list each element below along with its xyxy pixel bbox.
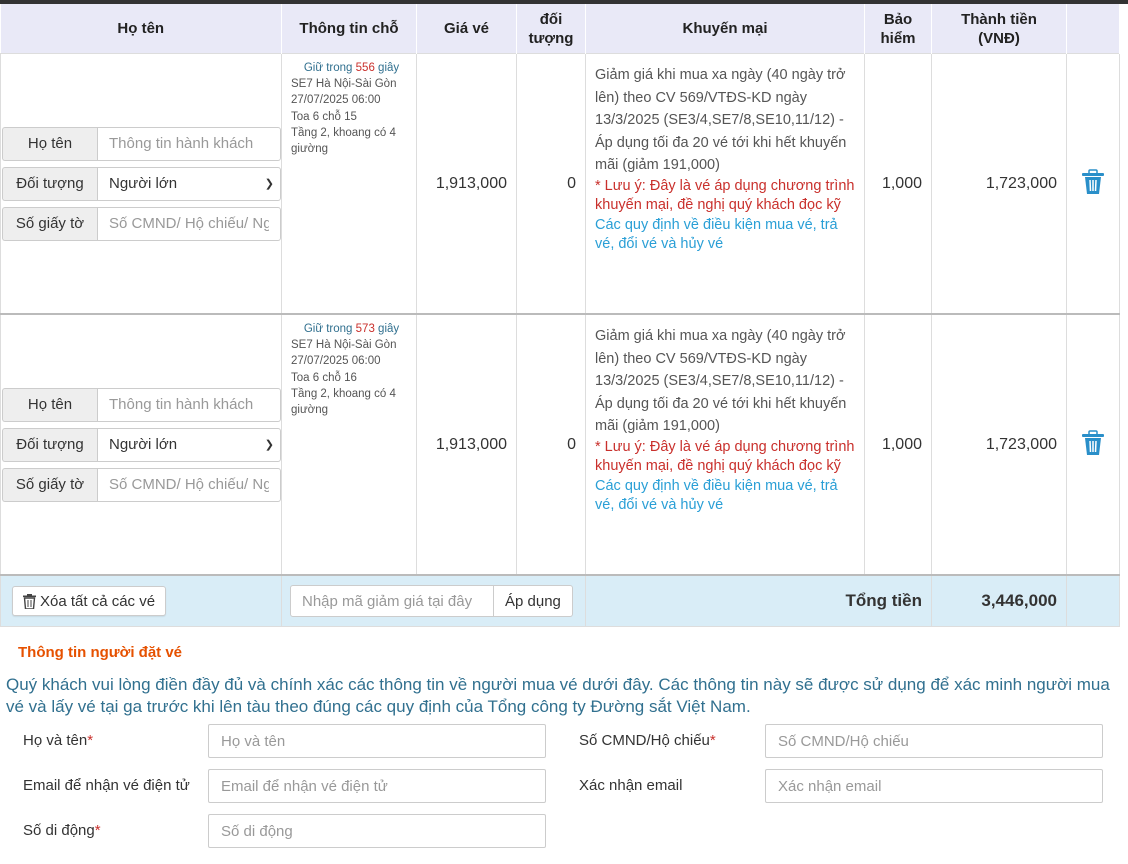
passenger-name-input[interactable] (97, 126, 281, 161)
col-header-insurance: Bảo hiểm (864, 4, 932, 54)
col-header-seat: Thông tin chỗ (281, 4, 417, 54)
passenger-info-cell: Họ tên Đối tượng Người lớn ❯ Số giấy tờ (0, 53, 282, 315)
passenger-id-input[interactable] (97, 467, 281, 502)
ticket-price: 1,913,000 (416, 53, 517, 315)
hold-seconds: 556 (355, 62, 375, 74)
col-header-promo: Khuyến mại (585, 4, 865, 54)
type-label: Đối tượng (2, 166, 97, 201)
seat-info-cell: Giữ trong 573 giây SE7 Hà Nội-Sài Gòn 27… (281, 313, 417, 576)
discount-value: 0 (516, 313, 586, 576)
type-group: Đối tượng Người lớn ❯ (2, 427, 281, 462)
promo-warning: * Lưu ý: Đây là vé áp dụng chương trình … (595, 177, 855, 214)
required-mark: * (87, 732, 94, 749)
grand-total-label: Tổng tiền (585, 574, 932, 627)
footer-spacer (1066, 574, 1120, 627)
promo-text: Giảm giá khi mua xa ngày (40 ngày trở lê… (595, 328, 847, 434)
seat-info-cell: Giữ trong 556 giây SE7 Hà Nội-Sài Gòn 27… (281, 53, 417, 315)
trash-icon[interactable] (1078, 167, 1108, 197)
booker-name-label: Họ và tên* (23, 732, 94, 749)
delete-cell (1066, 53, 1120, 315)
departure-datetime: 27/07/2025 06:00 (291, 355, 381, 368)
clear-all-cell: Xóa tất cả các vé (0, 574, 282, 627)
car-seat: Toa 6 chỗ 15 (291, 110, 357, 123)
trash-icon[interactable] (1078, 428, 1108, 458)
ticket-cart-table: Họ tên Thông tin chỗ Giá vé đối tượng Kh… (0, 4, 1120, 627)
train-name: SE7 Hà Nội-Sài Gòn (291, 78, 397, 91)
booker-phone-label: Số di động* (23, 822, 101, 839)
departure-datetime: 27/07/2025 06:00 (291, 94, 381, 107)
ticket-price: 1,913,000 (416, 313, 517, 576)
id-group: Số giấy tờ (2, 206, 281, 241)
row-total: 1,723,000 (931, 53, 1067, 315)
passenger-type-select[interactable]: Người lớn ❯ (97, 427, 281, 462)
col-header-total: Thành tiền (VNĐ) (931, 4, 1067, 54)
discount-code-cell: Áp dụng (281, 574, 586, 627)
promo-rules-link[interactable]: Các quy định về điều kiện mua vé, trả vé… (595, 477, 855, 516)
booker-email-label: Email để nhận vé điện tử (23, 777, 190, 794)
discount-value: 0 (516, 53, 586, 315)
type-group: Đối tượng Người lớn ❯ (2, 166, 281, 201)
promo-text: Giảm giá khi mua xa ngày (40 ngày trở lê… (595, 67, 847, 173)
passenger-type-value: Người lớn (109, 175, 178, 192)
booker-id-label: Số CMND/Hộ chiếu* (579, 732, 716, 749)
name-group: Họ tên (2, 387, 281, 422)
passenger-row: Họ tên Đối tượng Người lớn ❯ Số giấy tờ … (0, 53, 1120, 315)
compartment: Tầng 2, khoang có 4 giường (291, 126, 396, 156)
booker-intro-text: Quý khách vui lòng điền đầy đủ và chính … (6, 675, 1110, 716)
id-label: Số giấy tờ (2, 467, 97, 502)
name-label: Họ tên (2, 126, 97, 161)
confirm-email-label: Xác nhận email (579, 777, 683, 794)
compartment: Tầng 2, khoang có 4 giường (291, 387, 396, 417)
discount-code-input[interactable] (290, 585, 494, 617)
col-header-actions (1066, 4, 1120, 54)
type-label: Đối tượng (2, 427, 97, 462)
hold-timer: Giữ trong 573 giây (303, 323, 400, 335)
booker-section-title: Thông tin người đặt vé (18, 644, 183, 661)
required-mark: * (709, 732, 716, 749)
booker-email-input[interactable] (208, 769, 546, 803)
name-group: Họ tên (2, 126, 281, 161)
row-total: 1,723,000 (931, 313, 1067, 576)
insurance-value: 1,000 (864, 313, 932, 576)
clear-all-label: Xóa tất cả các vé (40, 592, 156, 610)
delete-cell (1066, 313, 1120, 576)
passenger-info-cell: Họ tên Đối tượng Người lớn ❯ Số giấy tờ (0, 313, 282, 576)
booker-id-input[interactable] (765, 724, 1103, 758)
col-header-price: Giá vé (416, 4, 517, 54)
passenger-type-select[interactable]: Người lớn ❯ (97, 166, 281, 201)
promo-cell: Giảm giá khi mua xa ngày (40 ngày trở lê… (585, 53, 865, 315)
promo-rules-link[interactable]: Các quy định về điều kiện mua vé, trả vé… (595, 216, 855, 255)
col-header-name: Họ tên (0, 4, 282, 54)
cart-footer-row: Xóa tất cả các vé Áp dụng Tổng tiền 3,44… (0, 574, 1120, 627)
promo-warning: * Lưu ý: Đây là vé áp dụng chương trình … (595, 438, 855, 475)
chevron-down-icon: ❯ (264, 178, 274, 190)
id-group: Số giấy tờ (2, 467, 281, 502)
grand-total-value: 3,446,000 (931, 574, 1067, 627)
table-header-row: Họ tên Thông tin chỗ Giá vé đối tượng Kh… (0, 4, 1120, 54)
passenger-row: Họ tên Đối tượng Người lớn ❯ Số giấy tờ … (0, 313, 1120, 576)
clear-all-button[interactable]: Xóa tất cả các vé (12, 586, 167, 616)
confirm-email-input[interactable] (765, 769, 1103, 803)
required-mark: * (94, 822, 101, 839)
hold-timer: Giữ trong 556 giây (303, 62, 400, 74)
train-name: SE7 Hà Nội-Sài Gòn (291, 339, 397, 352)
passenger-name-input[interactable] (97, 387, 281, 422)
booker-name-input[interactable] (208, 724, 546, 758)
passenger-id-input[interactable] (97, 206, 281, 241)
trash-icon (23, 593, 36, 609)
apply-discount-button[interactable]: Áp dụng (494, 585, 573, 617)
car-seat: Toa 6 chỗ 16 (291, 371, 357, 384)
hold-seconds: 573 (355, 323, 375, 335)
passenger-type-value: Người lớn (109, 436, 178, 453)
id-label: Số giấy tờ (2, 206, 97, 241)
chevron-down-icon: ❯ (264, 439, 274, 451)
promo-cell: Giảm giá khi mua xa ngày (40 ngày trở lê… (585, 313, 865, 576)
name-label: Họ tên (2, 387, 97, 422)
insurance-value: 1,000 (864, 53, 932, 315)
col-header-discount: đối tượng (516, 4, 586, 54)
booker-phone-input[interactable] (208, 814, 546, 848)
discount-code-group: Áp dụng (290, 585, 585, 617)
